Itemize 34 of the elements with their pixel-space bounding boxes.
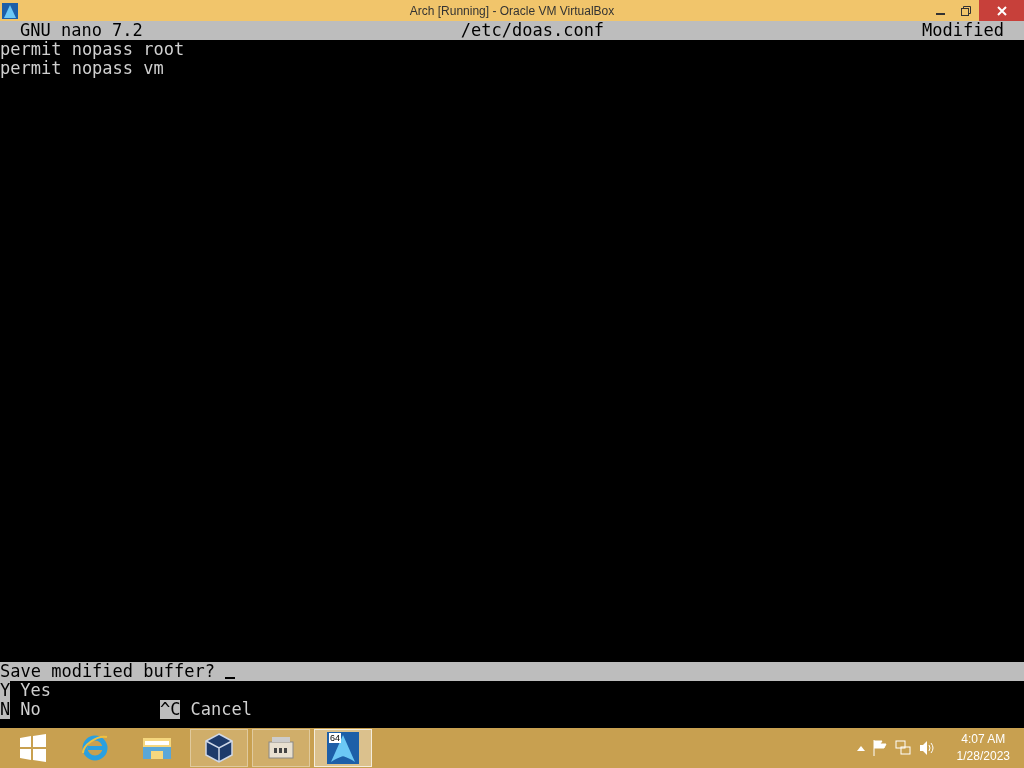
minimize-icon — [935, 13, 945, 15]
prompt-text: Save modified buffer? — [0, 662, 215, 681]
shortcut-label: Yes — [20, 681, 51, 700]
close-icon — [996, 5, 1007, 16]
file-name: /etc/doas.conf — [460, 21, 605, 40]
buffer-line: permit nopass vm — [0, 58, 164, 78]
chevron-up-icon[interactable] — [856, 745, 865, 751]
text-cursor — [224, 677, 235, 679]
folder-icon — [142, 735, 172, 761]
browser-e-icon — [80, 733, 110, 763]
buffer-line: permit nopass root — [0, 39, 185, 59]
taskbar-button[interactable]: 64 — [314, 729, 372, 767]
flag-icon[interactable] — [872, 740, 887, 756]
clock-date: 1/28/2023 — [956, 748, 1010, 765]
speaker-icon[interactable] — [918, 740, 935, 756]
editor-version: GNU nano 7.2 — [20, 21, 143, 40]
taskbar-button[interactable] — [190, 729, 248, 767]
shortcut-key: N — [0, 700, 11, 719]
app-logo-icon — [2, 2, 18, 19]
arch-logo-icon: 64 — [327, 732, 359, 764]
shortcut-label: No — [20, 700, 41, 719]
modified-status: Modified — [922, 21, 1004, 40]
shortcut-key: ^C — [160, 700, 181, 719]
windows-logo-icon — [19, 734, 47, 762]
taskbar-button[interactable] — [252, 729, 310, 767]
device-icon — [267, 736, 295, 760]
clock-time: 4:07 AM — [961, 731, 1006, 748]
close-button[interactable] — [979, 0, 1024, 21]
restore-icon — [961, 5, 971, 16]
network-icon[interactable] — [894, 740, 911, 756]
shortcut-label: Cancel — [190, 700, 252, 719]
shortcut-key: Y — [0, 681, 11, 700]
window-title: Arch [Running] - Oracle VM VirtualBox — [409, 3, 615, 18]
cube-icon — [205, 733, 233, 763]
